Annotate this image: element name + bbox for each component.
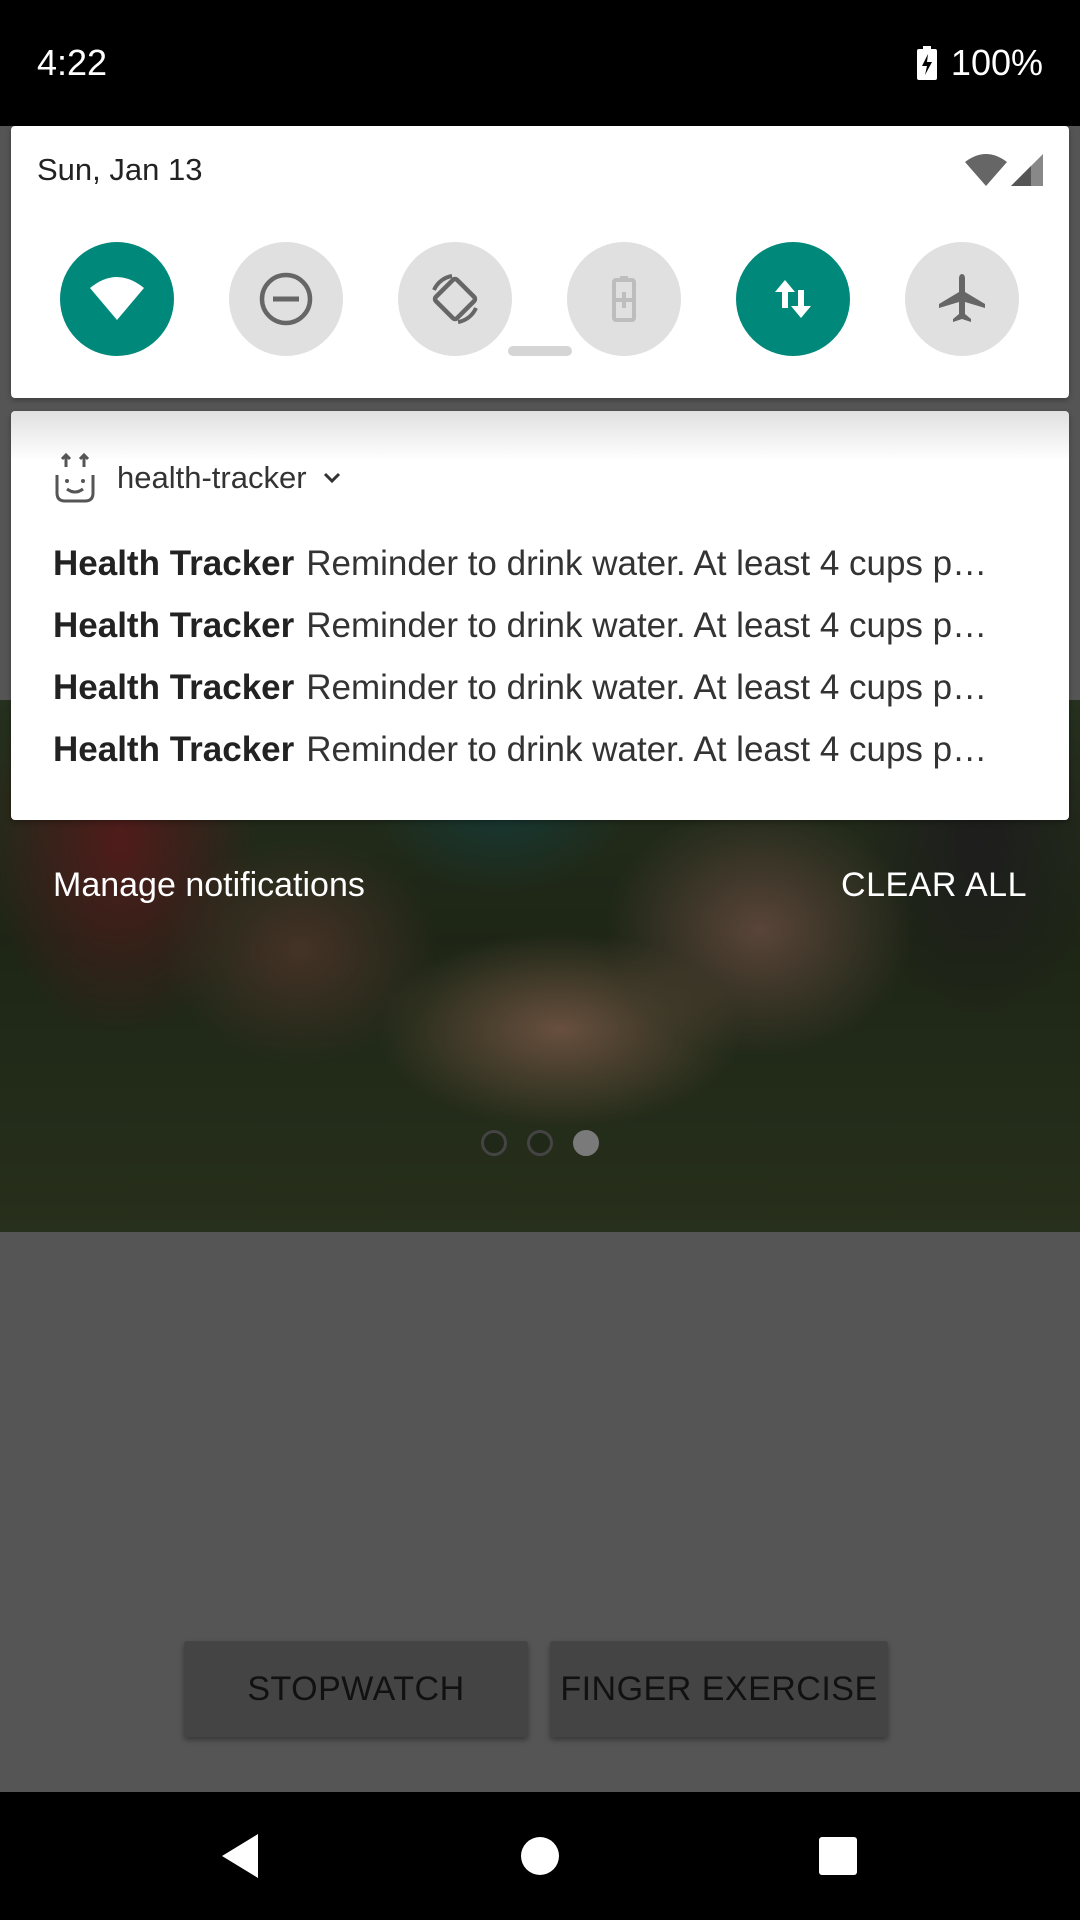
notification-line-title: Health Tracker [53,730,295,769]
notification-lines: Health Tracker Reminder to drink water. A… [53,533,1028,781]
wifi-icon [90,277,144,320]
status-right: 100% [916,42,1043,84]
home-circle-icon [521,1837,559,1875]
pager-dot [481,1130,507,1156]
chevron-down-icon[interactable] [321,467,343,489]
finger-exercise-button[interactable]: FINGER EXERCISE [550,1641,888,1737]
notification-line-title: Health Tracker [53,668,295,707]
notification-line-text: Reminder to drink water. At least 4 cups… [306,668,988,707]
manage-notifications-link[interactable]: Manage notifications [53,866,365,905]
status-bar: 4:22 100% [0,0,1080,126]
qs-tiles [11,242,1069,358]
tile-do-not-disturb[interactable] [229,242,343,356]
quick-settings-panel: Sun, Jan 13 [11,126,1069,398]
wifi-signal-icon [965,154,1007,186]
tile-mobile-data[interactable] [736,242,850,356]
data-arrows-icon [775,280,811,318]
tile-battery-saver[interactable] [567,242,681,356]
app-face-icon [55,453,95,503]
back-triangle-icon [222,1834,258,1878]
notification-line-title: Health Tracker [53,606,295,645]
navigation-bar [0,1792,1080,1920]
pager-dot-active [573,1130,599,1156]
notification-header: health-tracker [53,453,343,503]
battery-charging-icon [916,46,937,80]
notification-line-text: Reminder to drink water. At least 4 cups… [306,730,988,769]
notification-line: Health Tracker Reminder to drink water. A… [53,657,1028,719]
notification-line-text: Reminder to drink water. At least 4 cups… [306,544,988,583]
battery-percent: 100% [950,42,1043,83]
back-button[interactable] [160,1792,320,1920]
clear-all-button[interactable]: CLEAR ALL [841,866,1027,905]
tile-wifi[interactable] [60,242,174,356]
image-pager-indicator [0,1130,1080,1161]
tile-auto-rotate[interactable] [398,242,512,356]
home-button[interactable] [460,1792,620,1920]
notification-line: Health Tracker Reminder to drink water. A… [53,533,1028,595]
cell-signal-icon [1011,154,1043,186]
recents-button[interactable] [758,1792,918,1920]
notification-line-title: Health Tracker [53,544,295,583]
pager-dot [527,1130,553,1156]
battery-saver-icon [612,276,636,322]
rotate-icon [432,274,478,324]
notification-line-text: Reminder to drink water. At least 4 cups… [306,606,988,645]
qs-expand-handle[interactable] [508,346,572,356]
notification-card[interactable]: health-tracker Health Tracker Reminder to… [11,411,1069,820]
dnd-icon [259,272,313,326]
status-time: 4:22 [37,42,108,83]
notification-line: Health Tracker Reminder to drink water. A… [53,719,1028,781]
notification-line: Health Tracker Reminder to drink water. A… [53,595,1028,657]
recents-square-icon [819,1837,857,1875]
airplane-icon [939,274,985,322]
stopwatch-button[interactable]: STOPWATCH [184,1641,528,1737]
qs-status-icons [965,154,1043,186]
qs-date: Sun, Jan 13 [37,152,203,187]
tile-airplane-mode[interactable] [905,242,1019,356]
notification-app-name: health-tracker [117,460,307,495]
